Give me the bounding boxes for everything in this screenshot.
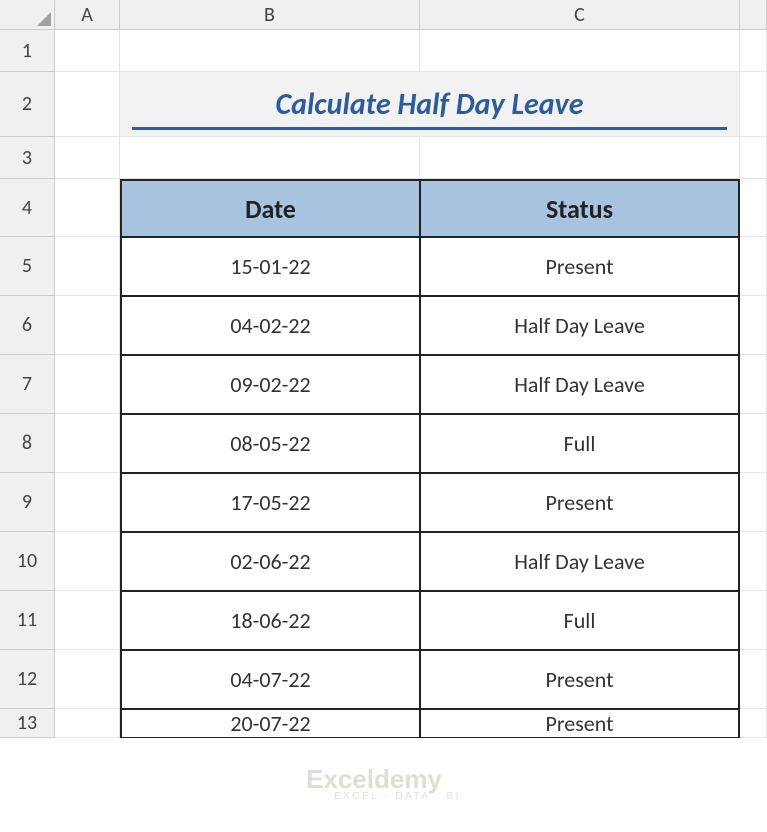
row-header-9[interactable]: 9 [0,473,55,532]
table-row[interactable]: 02-06-22 [120,532,420,591]
table-row[interactable]: Full [420,591,740,650]
cell-d2[interactable] [740,72,767,137]
cell-a6[interactable] [55,296,120,355]
cell-a1[interactable] [55,30,120,72]
table-row[interactable]: 08-05-22 [120,414,420,473]
row-header-4[interactable]: 4 [0,179,55,237]
row-header-12[interactable]: 12 [0,650,55,709]
table-row[interactable]: 15-01-22 [120,237,420,296]
col-header-a[interactable]: A [55,0,120,30]
cell-a8[interactable] [55,414,120,473]
watermark-sub: EXCEL · DATA · BI [334,791,461,802]
row-header-6[interactable]: 6 [0,296,55,355]
cell-a3[interactable] [55,137,120,179]
watermark-main: Exceldemy [306,764,461,795]
table-row[interactable]: Present [420,237,740,296]
cell-d9[interactable] [740,473,767,532]
table-row[interactable]: 20-07-22 [120,709,420,738]
cell-d12[interactable] [740,650,767,709]
cell-d5[interactable] [740,237,767,296]
cell-d6[interactable] [740,296,767,355]
table-row[interactable]: Present [420,473,740,532]
cell-a12[interactable] [55,650,120,709]
table-row[interactable]: Present [420,709,740,738]
cell-c3[interactable] [420,137,740,179]
spreadsheet-grid: A B C 1 2 Calculate Half Day Leave 3 4 D… [0,0,767,738]
cell-a13[interactable] [55,709,120,738]
cell-d11[interactable] [740,591,767,650]
table-row[interactable]: 04-07-22 [120,650,420,709]
row-header-13[interactable]: 13 [0,709,55,738]
cell-c1[interactable] [420,30,740,72]
select-all-corner[interactable] [0,0,55,30]
row-header-10[interactable]: 10 [0,532,55,591]
row-header-8[interactable]: 8 [0,414,55,473]
table-header-date[interactable]: Date [120,179,420,237]
title-banner[interactable]: Calculate Half Day Leave [120,72,740,137]
row-header-3[interactable]: 3 [0,137,55,179]
cell-a10[interactable] [55,532,120,591]
cell-d3[interactable] [740,137,767,179]
cell-d8[interactable] [740,414,767,473]
cell-a7[interactable] [55,355,120,414]
col-header-c[interactable]: C [420,0,740,30]
table-row[interactable]: 18-06-22 [120,591,420,650]
cell-a11[interactable] [55,591,120,650]
row-header-11[interactable]: 11 [0,591,55,650]
title-text: Calculate Half Day Leave [276,86,584,123]
col-header-b[interactable]: B [120,0,420,30]
cell-d7[interactable] [740,355,767,414]
cell-a5[interactable] [55,237,120,296]
cell-b1[interactable] [120,30,420,72]
table-row[interactable]: 17-05-22 [120,473,420,532]
table-row[interactable]: 09-02-22 [120,355,420,414]
cell-a9[interactable] [55,473,120,532]
watermark: Exceldemy EXCEL · DATA · BI [306,764,461,802]
table-row[interactable]: Half Day Leave [420,296,740,355]
col-header-extra[interactable] [740,0,767,30]
row-header-7[interactable]: 7 [0,355,55,414]
row-header-5[interactable]: 5 [0,237,55,296]
cell-d4[interactable] [740,179,767,237]
row-header-1[interactable]: 1 [0,30,55,72]
cell-a4[interactable] [55,179,120,237]
cell-d1[interactable] [740,30,767,72]
table-row[interactable]: Present [420,650,740,709]
cell-d10[interactable] [740,532,767,591]
cell-b3[interactable] [120,137,420,179]
table-header-status[interactable]: Status [420,179,740,237]
row-header-2[interactable]: 2 [0,72,55,137]
table-row[interactable]: Half Day Leave [420,532,740,591]
cell-a2[interactable] [55,72,120,137]
table-row[interactable]: Half Day Leave [420,355,740,414]
table-row[interactable]: Full [420,414,740,473]
table-row[interactable]: 04-02-22 [120,296,420,355]
title-underline [132,127,727,130]
cell-d13[interactable] [740,709,767,738]
